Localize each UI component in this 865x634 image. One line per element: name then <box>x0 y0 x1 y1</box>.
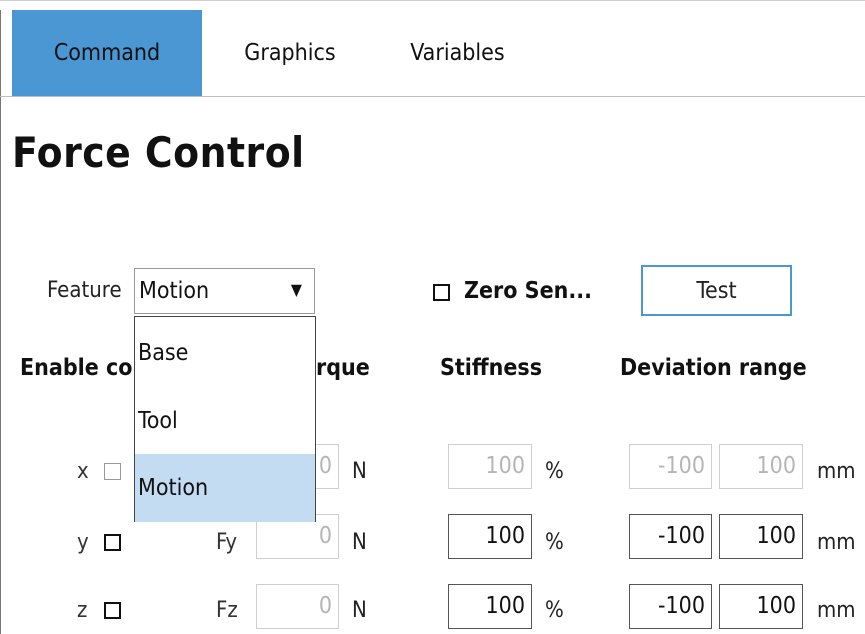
dev-max-input-z[interactable]: 100 <box>719 584 803 629</box>
feature-option-base[interactable]: Base <box>135 319 315 387</box>
stiffness-unit-z: % <box>545 598 564 623</box>
stiffness-input-z[interactable]: 100 <box>448 584 532 629</box>
enable-checkbox-x[interactable] <box>104 463 121 480</box>
axis-label-z: z <box>77 598 88 623</box>
torque-header: rque <box>316 355 370 381</box>
test-button[interactable]: Test <box>641 265 792 316</box>
tab-graphics[interactable]: Graphics <box>205 10 375 96</box>
dev-min-input-y[interactable]: -100 <box>629 514 712 559</box>
axis-label-x: x <box>77 459 89 484</box>
enable-header: Enable co <box>20 355 133 381</box>
force-unit-z: N <box>352 598 367 623</box>
stiffness-unit-y: % <box>545 530 564 555</box>
enable-checkbox-y[interactable] <box>104 534 121 551</box>
stiffness-input-y[interactable]: 100 <box>448 514 532 559</box>
dev-max-input-x[interactable]: 100 <box>719 444 803 489</box>
tab-command[interactable]: Command <box>12 10 202 96</box>
enable-checkbox-z[interactable] <box>104 602 121 619</box>
stiffness-unit-x: % <box>545 459 564 484</box>
force-input-z[interactable]: 0 <box>256 584 339 629</box>
dev-min-input-z[interactable]: -100 <box>629 584 712 629</box>
force-label-z: Fz <box>216 598 238 623</box>
page-title: Force Control <box>12 128 305 177</box>
feature-dropdown-menu: Base Tool Motion <box>134 316 316 522</box>
left-border <box>0 10 13 634</box>
zero-sensor-label: Zero Sen... <box>464 278 592 304</box>
dev-max-input-y[interactable]: 100 <box>719 514 803 559</box>
feature-label: Feature <box>47 278 122 303</box>
feature-select-value: Motion <box>139 278 210 304</box>
dropdown-arrow-icon: ▼ <box>290 280 302 299</box>
dev-unit-y: mm <box>817 530 856 555</box>
tab-variables[interactable]: Variables <box>375 10 540 96</box>
stiffness-header: Stiffness <box>440 355 543 381</box>
stiffness-input-x[interactable]: 100 <box>448 444 532 489</box>
dev-min-input-x[interactable]: -100 <box>629 444 712 489</box>
axis-label-y: y <box>77 530 89 555</box>
zero-sensor-checkbox[interactable] <box>433 284 450 301</box>
force-unit-y: N <box>352 530 367 555</box>
feature-select[interactable]: Motion ▼ <box>134 268 315 314</box>
feature-option-tool[interactable]: Tool <box>135 387 315 455</box>
dev-unit-z: mm <box>817 598 856 623</box>
dev-unit-x: mm <box>817 459 856 484</box>
force-label-y: Fy <box>216 530 238 555</box>
deviation-header: Deviation range <box>620 355 807 381</box>
tab-bar: Command Graphics Variables <box>0 10 865 97</box>
feature-option-motion[interactable]: Motion <box>135 454 315 522</box>
force-unit-x: N <box>352 459 367 484</box>
